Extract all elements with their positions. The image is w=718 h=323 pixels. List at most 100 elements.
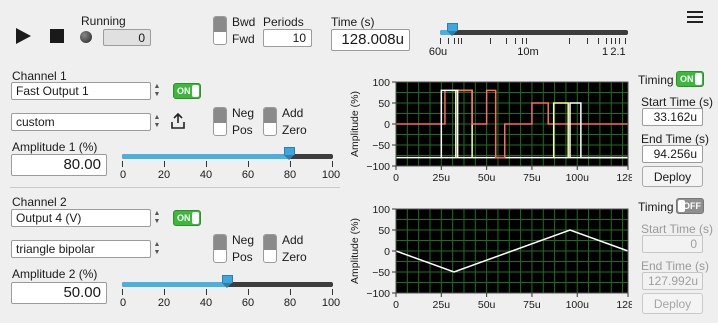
channel-2-waveform-spinner[interactable]: ▲ ▼ (152, 241, 162, 257)
channel-1-waveform-select[interactable]: custom (11, 113, 151, 131)
channel-1-waveform-chart: 100500−50−100025u50u75u100u128uAmplitude… (349, 78, 632, 184)
time-slider-track[interactable] (440, 30, 628, 35)
y-axis-label: Amplitude (%) (349, 91, 361, 157)
channel-2-slider-tick: 40 (199, 297, 213, 309)
y-tick-label: 50 (378, 225, 390, 237)
channel-2-deploy-button[interactable]: Deploy (642, 293, 703, 314)
channel-1-amplitude-slider[interactable] (122, 154, 333, 159)
channel-1-slider-tick: 40 (199, 169, 213, 181)
channel-1-start-time-label: Start Time (s) (641, 95, 714, 109)
x-tick-label: 0 (393, 172, 399, 184)
periods-label: Periods (263, 15, 304, 29)
channel-1-deploy-button[interactable]: Deploy (642, 166, 703, 187)
play-icon (16, 28, 31, 44)
channel-1-slider-tick: 60 (241, 169, 255, 181)
fwd-label: Fwd (232, 32, 255, 46)
x-tick-label: 25u (433, 172, 451, 184)
channel-1-title: Channel 1 (12, 69, 67, 83)
y-tick-label: 100 (372, 78, 390, 89)
x-tick-label: 50u (478, 299, 496, 311)
channel-1-enable-toggle[interactable]: ON (173, 83, 201, 99)
x-tick-label: 128u (616, 172, 632, 184)
x-tick-label: 0 (393, 299, 399, 311)
channel-1-neg-label: Neg (232, 106, 255, 120)
hamburger-menu-icon[interactable] (687, 10, 703, 24)
channel-1-sign-switch[interactable] (213, 107, 227, 136)
time-label: Time (s) (331, 15, 375, 29)
channel-1-timing-label: Timing (638, 73, 674, 87)
stop-button[interactable] (49, 28, 65, 44)
y-tick-label: −100 (366, 161, 390, 173)
channel-1-output-spinner[interactable]: ▲ ▼ (152, 83, 162, 99)
channel-2-amplitude-thumb[interactable] (222, 275, 233, 289)
channel-1-end-time-label: End Time (s) (641, 132, 710, 146)
channel-1-amplitude-input[interactable]: 80.00 (11, 154, 107, 176)
channel-2-slider-tick: 0 (119, 297, 127, 309)
y-tick-label: −50 (372, 267, 390, 279)
channel-2-slider-tick: 20 (157, 297, 171, 309)
time-slider-tick-label: 1 (601, 46, 609, 58)
y-tick-label: −100 (366, 288, 390, 300)
channel-2-mode-switch[interactable] (263, 234, 277, 263)
time-slider-thumb[interactable] (447, 23, 458, 37)
channel-2-start-time-input[interactable]: 0 (642, 235, 703, 253)
time-slider-tick-label: 60u (428, 46, 448, 58)
channel-2-waveform-select[interactable]: triangle bipolar (11, 240, 151, 258)
time-slider-ticks (440, 38, 628, 44)
x-tick-label: 50u (478, 172, 496, 184)
channel-2-amplitude-input[interactable]: 50.00 (11, 282, 107, 304)
channel-2-timing-toggle[interactable]: OFF (676, 198, 704, 214)
channel-1-mode-switch[interactable] (263, 107, 277, 136)
time-input[interactable]: 128.008u (331, 29, 410, 51)
channel-2-enable-toggle[interactable]: ON (173, 210, 201, 226)
channel-2-slider-tick: 80 (283, 297, 297, 309)
channel-1-waveform-spinner[interactable]: ▲ ▼ (152, 114, 162, 130)
channel-1-end-time-input[interactable]: 94.256u (642, 145, 703, 163)
channel-1-slider-tick: 0 (119, 169, 127, 181)
bwd-label: Bwd (232, 15, 256, 29)
channel-divider (10, 187, 340, 188)
y-tick-label: 100 (372, 205, 390, 216)
channel-2-waveform-chart: 100500−50−100025u50u75u100u128uAmplitude… (349, 205, 632, 311)
y-axis-label: Amplitude (%) (349, 218, 361, 284)
channel-1-amplitude-thumb[interactable] (284, 147, 295, 161)
time-slider-tick-label: 2.1 (610, 46, 626, 58)
x-tick-label: 100u (566, 172, 590, 184)
channel-2-output-select[interactable]: Output 4 (V) (11, 209, 151, 227)
x-tick-label: 25u (433, 299, 451, 311)
channel-2-slider-tick: 100 (321, 297, 341, 309)
stop-icon (50, 29, 64, 43)
direction-switch[interactable] (213, 16, 227, 45)
play-button[interactable] (13, 26, 33, 46)
channel-2-timing-label: Timing (638, 200, 674, 214)
export-icon[interactable] (171, 112, 185, 129)
channel-1-zero-label: Zero (282, 123, 307, 137)
x-tick-label: 75u (523, 172, 541, 184)
channel-2-pos-label: Pos (232, 250, 253, 264)
channel-2-sign-switch[interactable] (213, 234, 227, 263)
channel-1-start-time-input[interactable]: 33.162u (642, 108, 703, 126)
y-tick-label: 50 (378, 98, 390, 110)
channel-1-slider-tick: 20 (157, 169, 171, 181)
channel-2-slider-tick: 60 (241, 297, 255, 309)
y-tick-label: −50 (372, 140, 390, 152)
channel-1-add-label: Add (282, 106, 304, 120)
channel-2-end-time-label: End Time (s) (641, 259, 710, 273)
channel-2-end-time-input[interactable]: 127.992u (642, 272, 703, 290)
periods-input[interactable]: 10 (263, 29, 312, 47)
channel-2-start-time-label: Start Time (s) (641, 222, 714, 236)
channel-1-timing-toggle[interactable]: ON (676, 71, 704, 87)
channel-1-slider-tick: 80 (283, 169, 297, 181)
channel-2-neg-label: Neg (232, 233, 255, 247)
channel-2-output-spinner[interactable]: ▲ ▼ (152, 210, 162, 226)
channel-1-output-select[interactable]: Fast Output 1 (11, 82, 151, 100)
running-label: Running (81, 14, 126, 28)
channel-2-amplitude-label: Amplitude 2 (%) (12, 267, 98, 281)
time-slider-tick-label: 10m (517, 46, 539, 58)
x-tick-label: 128u (616, 299, 632, 311)
channel-1-slider-ticks (122, 161, 333, 167)
y-tick-label: 0 (384, 119, 390, 131)
channel-1-pos-label: Pos (232, 123, 253, 137)
channel-2-zero-label: Zero (282, 250, 307, 264)
channel-1-slider-tick: 100 (321, 169, 341, 181)
